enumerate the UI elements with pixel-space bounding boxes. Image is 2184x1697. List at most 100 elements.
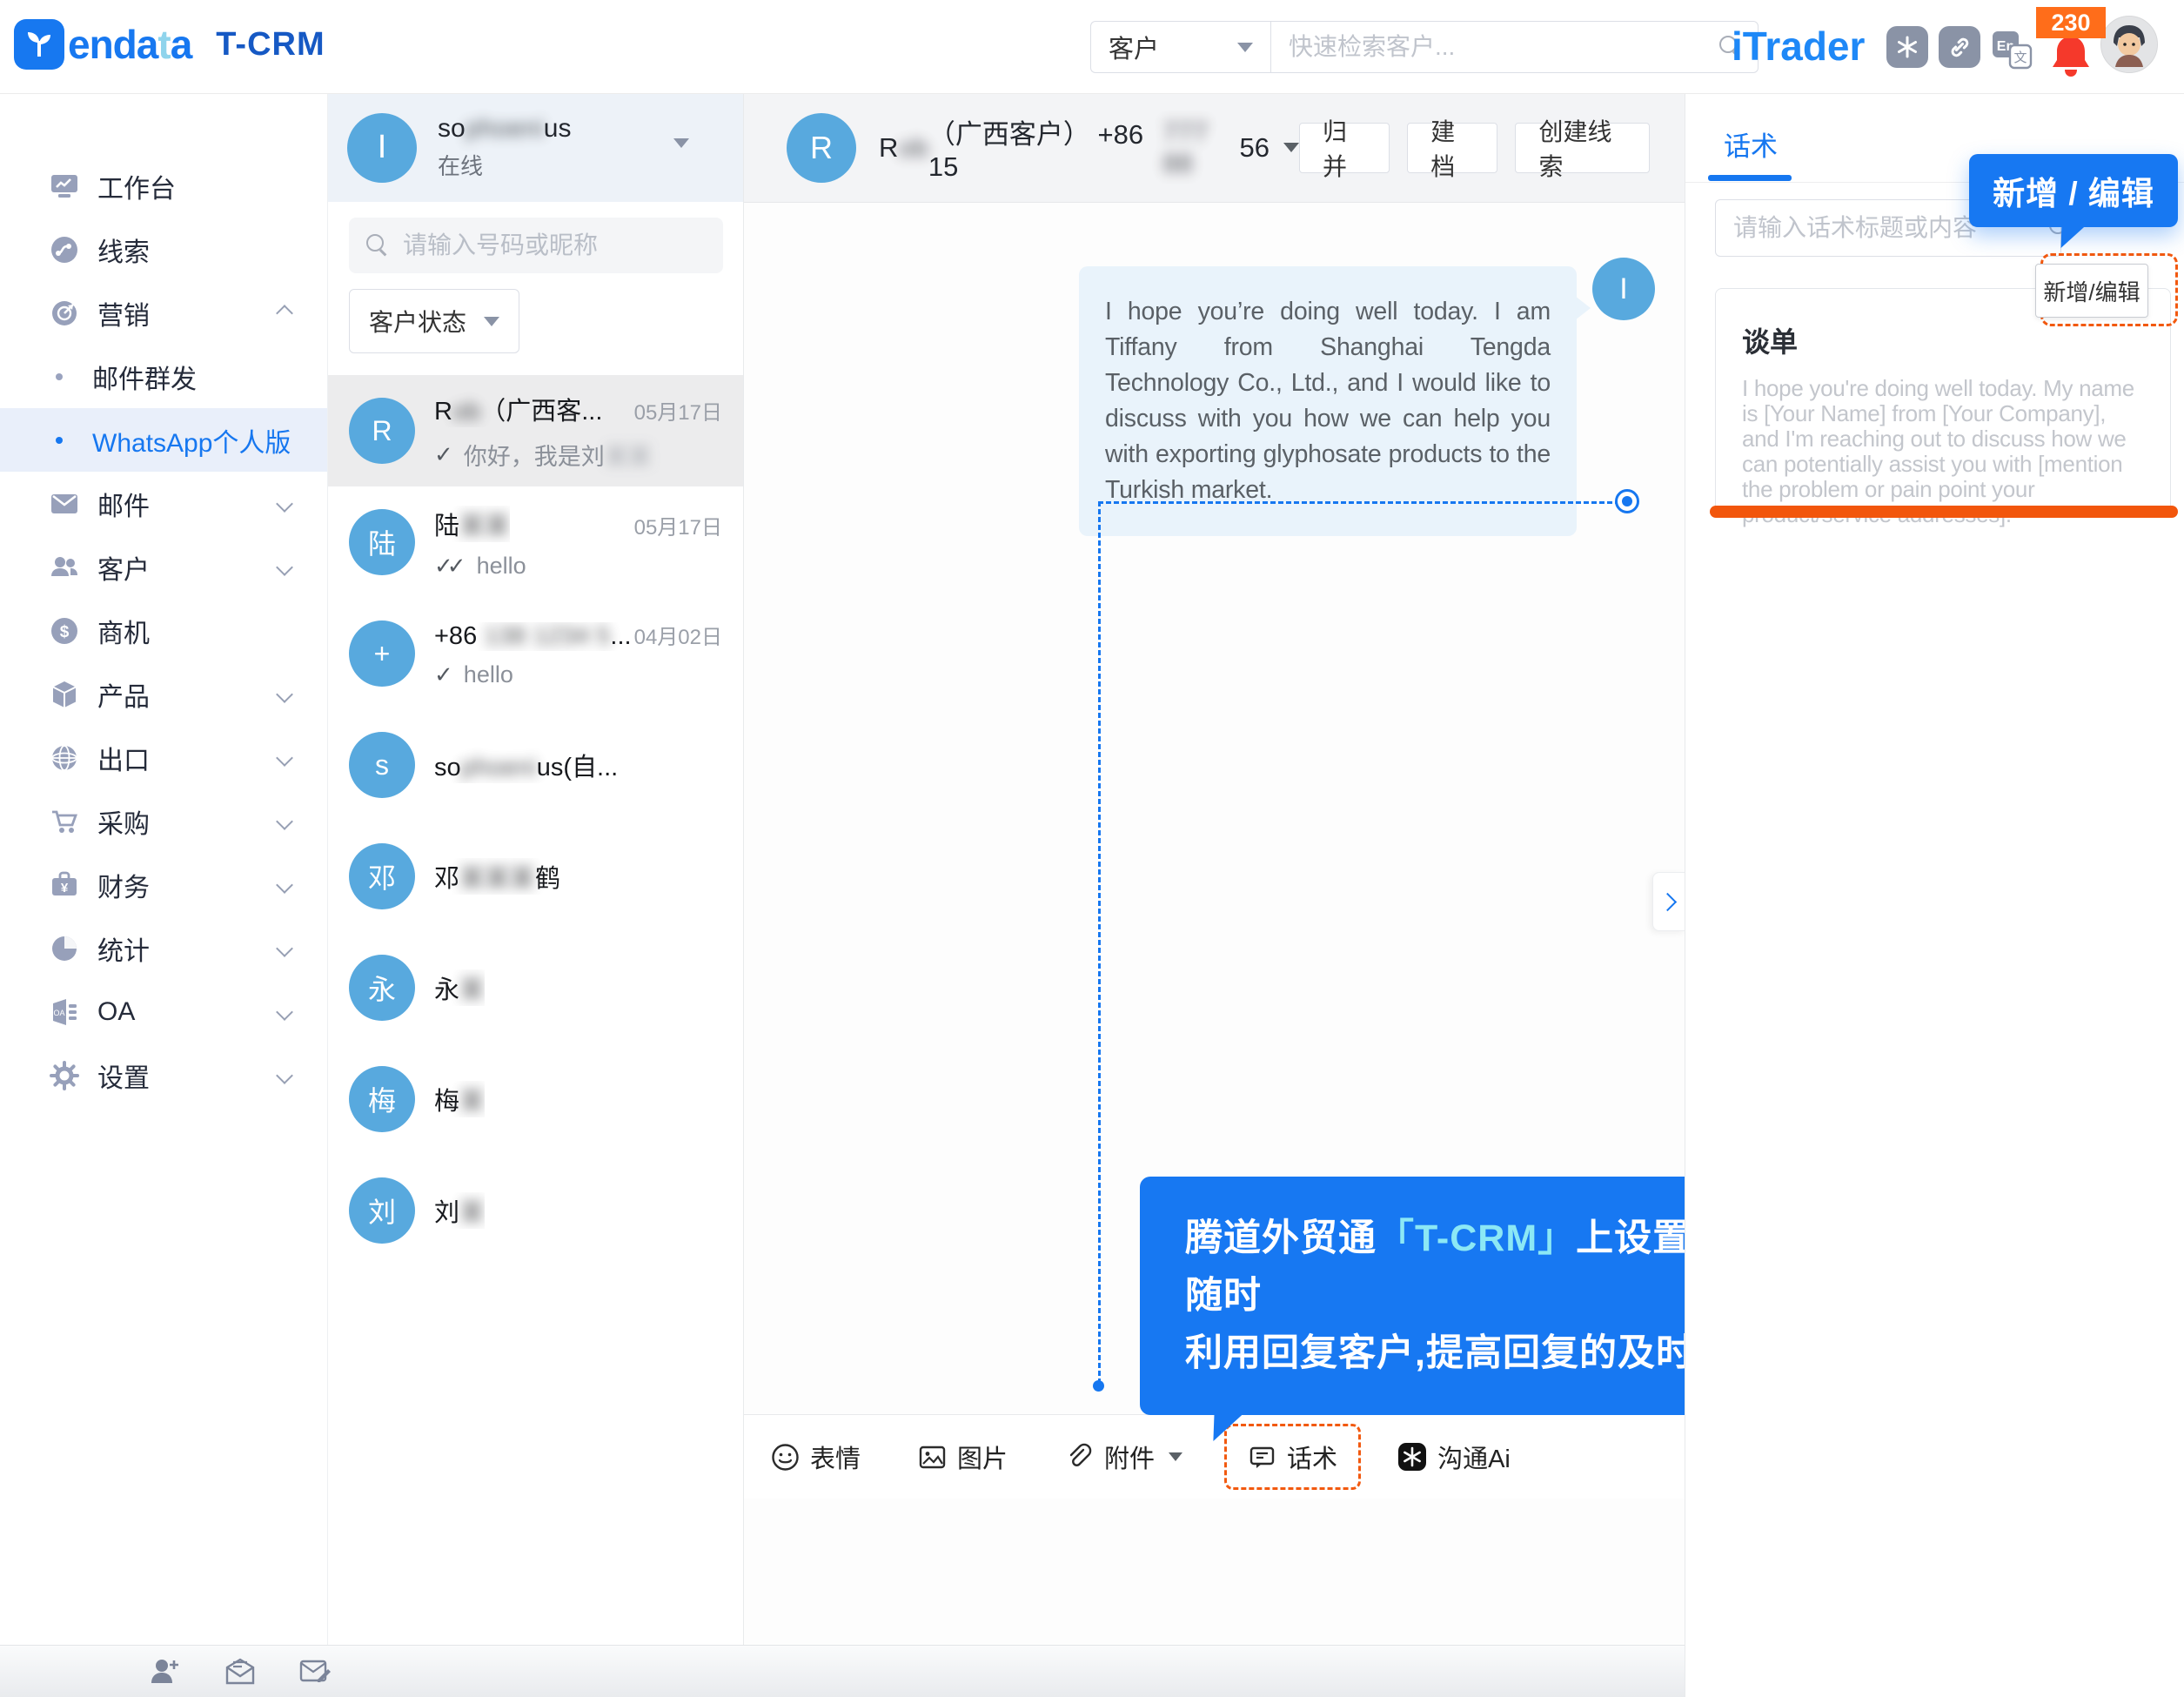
workbench-icon [49,171,80,202]
customer-status-filter[interactable]: 客户状态 [349,289,519,353]
translate-icon[interactable]: En 文 [1991,28,2033,70]
sidebar-item-label: 客户 [97,548,278,587]
conversation-item[interactable]: 邓 邓某某某鹤 [328,821,743,932]
top-header: endata T-CRM 客户 iTrader [0,0,2184,94]
paperclip-icon [1065,1443,1094,1472]
chat-contact-title: Rob（广西客户） +86 15777 8856 [879,112,1299,183]
itrader-link[interactable]: iTrader [1732,23,1865,70]
panel-collapse-toggle[interactable] [1652,872,1685,931]
conversation-date: 05月17日 [634,395,722,426]
conversation-item[interactable]: 刘 刘某 [328,1155,743,1266]
link-icon[interactable] [1939,26,1980,68]
contact-name: 陆某某 [434,506,510,542]
sidebar-item-products[interactable]: 产品 [0,662,327,726]
sidebar-item-label: 财务 [97,866,278,904]
sidebar-item-oa[interactable]: OA OA [0,980,327,1043]
sprout-icon [22,27,57,62]
account-avatar: I [347,113,417,183]
contact-search-input[interactable] [401,231,719,260]
contact-avatar: 刘 [349,1177,415,1244]
create-record-button[interactable]: 建档 [1407,123,1497,173]
annotation-ring-marker [1615,489,1639,513]
chevron-down-icon [276,876,293,894]
bell-icon[interactable] [2047,31,2095,86]
ai-icon [1397,1442,1427,1472]
conversation-item[interactable]: 陆 陆某某 05月17日 ✓✓ hello [328,486,743,598]
search-input[interactable] [1287,32,1719,62]
sidebar-item-export[interactable]: 出口 [0,726,327,789]
sidebar-item-finance[interactable]: ¥ 财务 [0,853,327,916]
sidebar-item-mail[interactable]: 邮件 [0,472,327,535]
sidebar-item-procurement[interactable]: 采购 [0,789,327,853]
create-lead-button[interactable]: 创建线索 [1515,123,1650,173]
conversation-item[interactable]: 梅 梅某 [328,1043,743,1155]
last-message: hello [477,553,526,580]
name-post: ... [610,622,631,650]
conversation-item[interactable]: 永 永某 [328,932,743,1043]
name-blurred: 某 [459,1199,485,1227]
sidebar-item-email-blast[interactable]: 邮件群发 [0,345,327,408]
user-avatar[interactable] [2100,16,2158,73]
logo-text-main: enda [68,22,157,67]
attachment-button[interactable]: 附件 [1065,1439,1182,1475]
ai-chat-button[interactable]: 沟通Ai [1397,1439,1511,1475]
name-blurred: phoeni [461,754,537,781]
script-button[interactable]: 话术 [1248,1439,1337,1475]
smiley-icon [771,1443,800,1472]
script-card-body: I hope you're doing well today. My name … [1742,376,2144,527]
chevron-down-icon[interactable] [673,138,689,148]
sidebar-item-whatsapp-personal[interactable]: WhatsApp个人版 [0,408,327,472]
sidebar-item-settings[interactable]: 设置 [0,1043,327,1107]
conversation-list: R Rob（广西客... 05月17日 ✓ 你好，我是刘某某 陆 陆某 [328,375,743,1266]
compose-mail-icon[interactable] [296,1653,334,1691]
chevron-down-icon [484,317,499,326]
chevron-down-icon [1169,1452,1182,1461]
add-edit-script-button[interactable]: 新增/编辑 [2035,264,2148,318]
chat-header: R Rob（广西客户） +86 15777 8856 归并 建档 创建线索 [743,93,1685,203]
sidebar-item-marketing[interactable]: 营销 [0,281,327,345]
sidebar-item-customers[interactable]: 客户 [0,535,327,599]
conversation-item[interactable]: + +86 138 1234 5... 04月02日 ✓ hello [328,598,743,709]
app-title: T-CRM [216,26,325,64]
brand-logo[interactable]: endata T-CRM [14,19,325,70]
sidebar-item-label: 商机 [97,612,327,650]
chevron-down-icon[interactable] [1283,143,1299,152]
contact-name: +86 138 1234 5... [434,622,632,651]
emoji-button[interactable]: 表情 [771,1439,861,1475]
contact-post: 56 [1239,132,1269,164]
merge-button[interactable]: 归并 [1299,123,1390,173]
conversation-item[interactable]: R Rob（广西客... 05月17日 ✓ 你好，我是刘某某 [328,375,743,486]
sidebar-item-workbench[interactable]: 工作台 [0,154,327,218]
inbox-icon[interactable] [221,1653,259,1691]
chat-contact-avatar: R [787,113,856,183]
sidebar-item-label: OA [97,997,278,1027]
sidebar-item-leads[interactable]: 线索 [0,218,327,281]
sidebar-item-statistics[interactable]: 统计 [0,916,327,980]
annotation-dashed-line-vertical [1098,501,1101,1384]
svg-text:文: 文 [2013,50,2027,65]
add-contact-icon[interactable] [146,1653,184,1691]
search-category-select[interactable]: 客户 [1090,21,1270,73]
search-category-value: 客户 [1109,29,1159,65]
contact-phone-blurred: 777 88 [1162,117,1239,179]
finance-icon: ¥ [49,869,80,901]
account-status: 在线 [438,149,571,181]
tab-scripts[interactable]: 话术 [1724,124,1778,164]
gpt-assistant-icon[interactable] [1886,26,1928,68]
global-search: 客户 [1090,21,1759,73]
message-bubble: I hope you’re doing well today. I am Tif… [1079,266,1577,536]
ai-label: 沟通Ai [1437,1439,1511,1475]
chevron-down-icon [276,749,293,767]
sent-check-icon: ✓ [434,441,453,468]
callout-pre: 腾道外贸通 [1185,1217,1377,1259]
conversation-date: 04月02日 [634,620,722,650]
contact-mid: （广西客户） +86 15 [928,112,1163,183]
notification-badge: 230 [2036,7,2106,38]
account-header[interactable]: I sophoenius 在线 [328,93,743,202]
sidebar-item-opportunities[interactable]: $ 商机 [0,599,327,662]
conversation-item[interactable]: s sophoenius(自... [328,709,743,821]
image-button[interactable]: 图片 [918,1439,1008,1475]
chevron-right-icon [1658,892,1676,910]
contact-name: sophoenius(自... [434,747,618,783]
bottom-quick-bar [0,1645,1685,1697]
